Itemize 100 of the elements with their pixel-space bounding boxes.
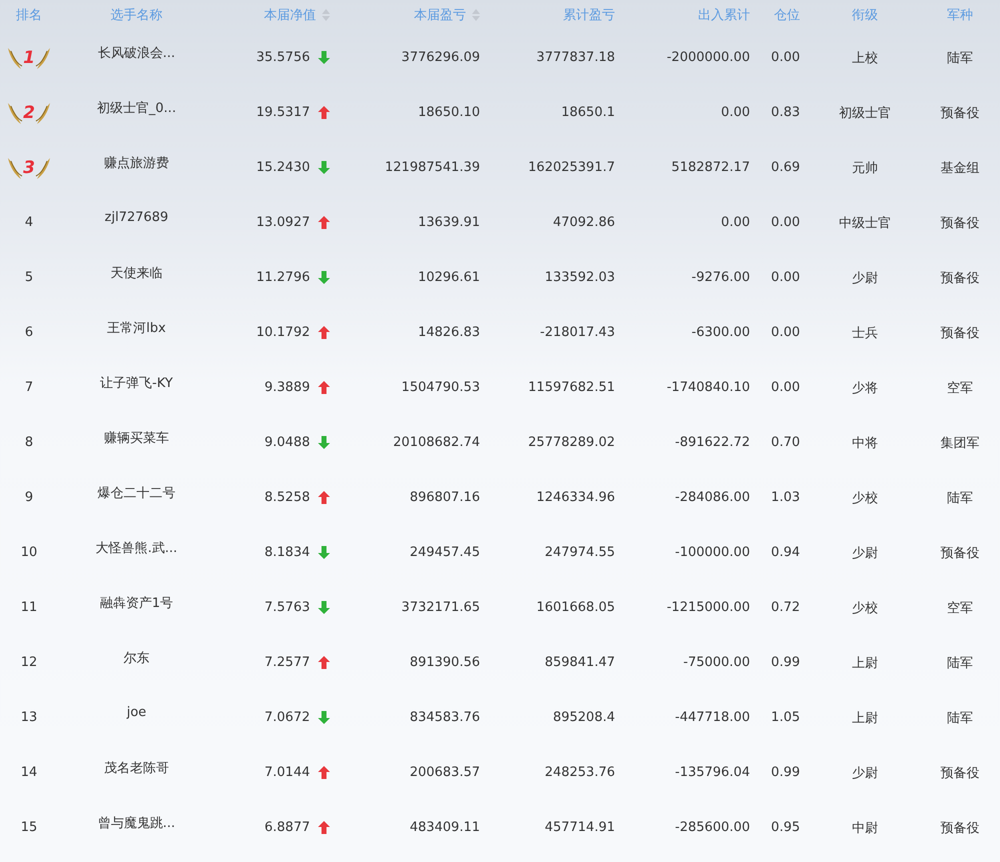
table-cell-text: 47092.86: [552, 215, 616, 230]
table-cell-text: 133592.03: [544, 270, 616, 285]
table-cell-text: 少将: [851, 380, 879, 396]
column-header[interactable]: 本届盈亏: [414, 6, 466, 24]
table-cell-text: 10296.61: [416, 270, 481, 285]
table-cell-text: 200683.57: [408, 765, 481, 780]
table-cell-text: 834583.76: [408, 710, 481, 725]
sort-icon[interactable]: [322, 9, 330, 21]
table-cell-text: -75000.00: [682, 655, 751, 670]
table-cell-text: -891622.72: [674, 435, 751, 450]
player-name: 初级士官_0...: [96, 100, 178, 116]
medal-badge: 1: [6, 44, 52, 70]
column-header[interactable]: 本届净值: [264, 6, 316, 24]
table-cell-text: 14826.83: [416, 325, 481, 340]
table-cell-text: -135796.04: [674, 765, 751, 780]
table-cell-text: -284086.00: [674, 490, 751, 505]
table-cell-text: 0.95: [770, 820, 801, 835]
table-cell-text: 预备役: [940, 764, 980, 782]
table-cell-text: -1215000.00: [666, 600, 751, 615]
table-cell-text: 891390.56: [408, 655, 481, 670]
table-cell-text: 0.99: [770, 655, 801, 670]
column-header: 军种: [947, 7, 973, 24]
net-value: 11.2796: [256, 270, 310, 285]
table-cell-text: 陆军: [946, 50, 974, 66]
table-cell-text: 元帅: [851, 160, 879, 176]
table-cell-text: 中将: [851, 434, 879, 452]
table-cell-text: 0.00: [770, 215, 801, 230]
table-cell-text: -1740840.10: [666, 380, 751, 395]
rank-number: 10: [20, 545, 38, 560]
table-cell-text: 1246334.96: [535, 490, 616, 505]
rank-number: 5: [24, 270, 34, 285]
table-cell-text: 空军: [946, 600, 974, 616]
table-cell-text: -6300.00: [690, 325, 751, 340]
rank-number: 14: [20, 765, 38, 780]
net-value: 10.1792: [256, 325, 310, 340]
player-name: joe: [126, 705, 148, 720]
player-name: 大怪兽熊.武...: [94, 540, 178, 556]
table-cell-text: 少尉: [851, 270, 879, 286]
table-cell-text: 5182872.17: [670, 160, 751, 175]
column-header: 出入累计: [698, 7, 750, 24]
table-cell-text: 士兵: [851, 324, 879, 342]
rank-number: 13: [20, 710, 38, 725]
sort-icon[interactable]: [472, 9, 480, 21]
table-cell-text: 18650.1: [560, 105, 616, 120]
column-header: 衔级: [852, 7, 878, 24]
table-cell-text: 0.00: [720, 105, 751, 120]
table-cell-text: -285600.00: [674, 820, 751, 835]
net-value: 7.0144: [264, 765, 310, 780]
table-cell-text: 0.70: [770, 435, 801, 450]
table-cell-text: 预备役: [940, 214, 980, 232]
table-cell-text: 1504790.53: [400, 380, 481, 395]
net-value: 19.5317: [256, 105, 310, 120]
table-cell-text: 457714.91: [544, 820, 616, 835]
player-name: 赚辆买菜车: [103, 430, 170, 446]
table-cell-text: 248253.76: [544, 765, 616, 780]
net-value: 7.5763: [264, 600, 310, 615]
table-cell-text: 上校: [851, 50, 879, 66]
table-cell-text: 895208.4: [552, 710, 616, 725]
table-cell-text: 预备役: [940, 324, 980, 342]
player-name: 王常河lbx: [106, 320, 167, 336]
table-cell-text: -218017.43: [539, 325, 616, 340]
table-cell-text: 859841.47: [544, 655, 616, 670]
table-cell-text: 0.00: [770, 380, 801, 395]
table-cell-text: 上尉: [851, 654, 879, 672]
table-cell-text: 0.83: [770, 105, 801, 120]
table-cell-text: 13639.91: [416, 215, 481, 230]
table-cell-text: 上尉: [851, 710, 879, 726]
rank-number: 9: [24, 490, 34, 505]
table-cell-text: 预备役: [940, 544, 980, 562]
table-cell-text: 少校: [851, 490, 879, 506]
column-header: 累计盈亏: [563, 7, 615, 24]
table-cell-text: 少尉: [851, 764, 879, 782]
net-value: 7.0672: [264, 710, 310, 725]
table-cell-text: 预备役: [940, 820, 980, 836]
table-cell-text: 0.99: [770, 765, 801, 780]
player-name: zjl727689: [104, 210, 170, 225]
table-cell-text: 3777837.18: [535, 50, 616, 65]
net-value: 8.1834: [264, 545, 310, 560]
table-cell-text: 初级士官: [838, 104, 892, 122]
player-name: 让子弹飞-KY: [99, 374, 174, 392]
table-cell-text: 0.69: [770, 160, 801, 175]
table-cell-text: -447718.00: [674, 710, 751, 725]
player-name: 融犇资产1号: [98, 594, 174, 612]
table-cell-text: 20108682.74: [392, 435, 481, 450]
player-name: 天使来临: [110, 264, 164, 282]
table-cell-text: 1601668.05: [535, 600, 616, 615]
player-name: 尔东: [122, 650, 150, 666]
table-cell-text: 中级士官: [838, 214, 892, 232]
table-cell-text: 1.05: [770, 710, 801, 725]
table-cell-text: 121987541.39: [384, 160, 481, 175]
table-cell-text: -2000000.00: [666, 50, 751, 65]
table-cell-text: 0.00: [770, 50, 801, 65]
table-cell-text: 陆军: [946, 710, 974, 726]
rank-number: 4: [24, 215, 34, 230]
column-header: 仓位: [774, 7, 800, 24]
table-cell-text: 陆军: [946, 654, 974, 672]
table-cell-text: 少校: [851, 600, 879, 616]
net-value: 7.2577: [264, 655, 310, 670]
table-cell-text: 基金组: [940, 160, 980, 176]
table-cell-text: 0.00: [770, 270, 801, 285]
